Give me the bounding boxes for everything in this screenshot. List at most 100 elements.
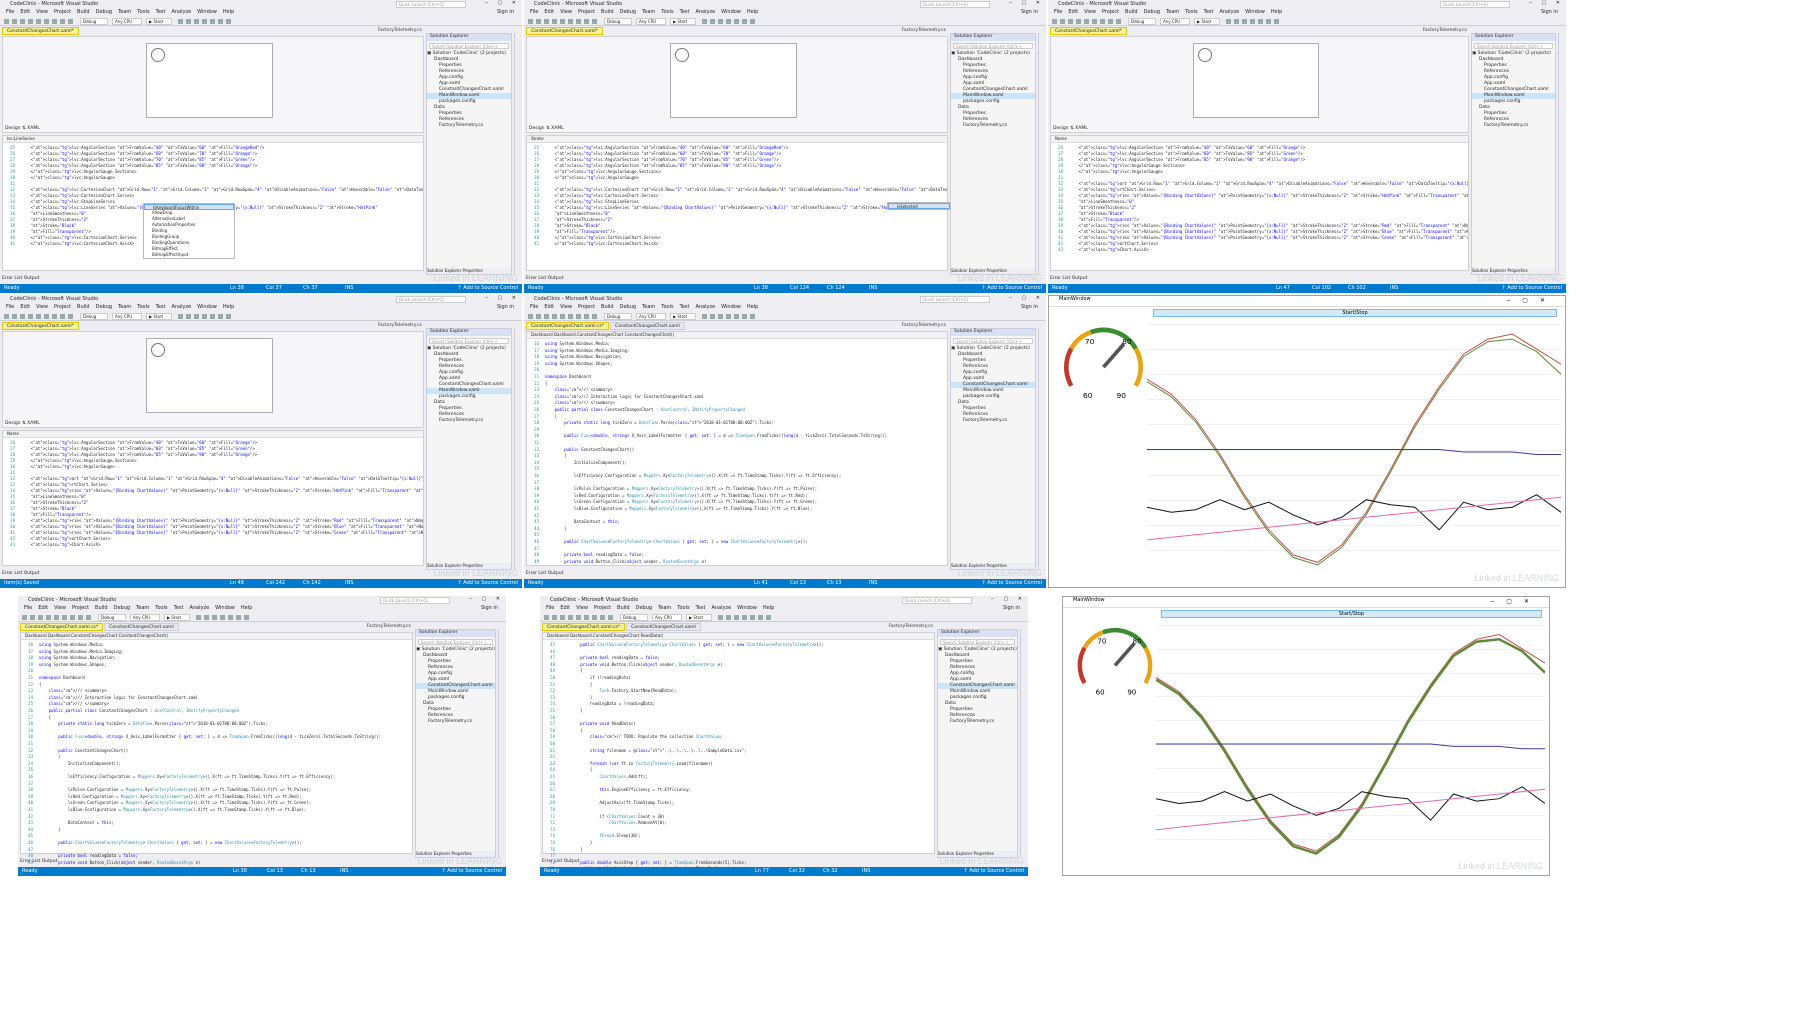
menu-item-window[interactable]: Window — [737, 605, 757, 611]
error-list-tab[interactable]: Error List — [542, 859, 564, 864]
toolbar-icon[interactable] — [228, 615, 233, 620]
toolbar-icon[interactable] — [196, 615, 201, 620]
toolbar-icon[interactable] — [4, 314, 9, 319]
add-to-source-control[interactable]: ↑ Add to Source Control — [458, 285, 519, 291]
menu-item-tools[interactable]: Tools — [137, 304, 149, 310]
toolbar-icon[interactable] — [734, 615, 739, 620]
window-controls[interactable]: ‒▢✕ — [1506, 297, 1557, 304]
menu-item-team[interactable]: Team — [1166, 9, 1179, 15]
menu-item-team[interactable]: Team — [118, 9, 131, 15]
toolbar-icon[interactable] — [766, 615, 771, 620]
toolbar-icon[interactable] — [1060, 19, 1065, 24]
pinned-file-tab[interactable]: FactoryTelemetry.cs — [367, 624, 411, 629]
xaml-designer[interactable]: Design ⇅ XAML — [2, 331, 424, 428]
toolbar-icon[interactable] — [52, 19, 57, 24]
add-to-source-control[interactable]: ↑ Add to Source Control — [964, 868, 1025, 874]
error-list-tab[interactable]: Error List — [1050, 276, 1072, 281]
toolbar-icon[interactable] — [38, 615, 43, 620]
add-to-source-control[interactable]: ↑ Add to Source Control — [982, 580, 1043, 586]
toolbar-icon[interactable] — [1084, 19, 1089, 24]
toolbar-icon[interactable] — [44, 19, 49, 24]
xaml-tab[interactable]: XAML — [551, 126, 564, 131]
toolbar-icon[interactable] — [22, 615, 27, 620]
toolbar-icon[interactable] — [592, 615, 597, 620]
start-stop-button[interactable]: Start/Stop — [1153, 309, 1557, 317]
editor-nav-bar[interactable]: Dashboard Dashboard.ConstantChangesChart… — [21, 633, 412, 640]
menu-item-test[interactable]: Test — [174, 605, 184, 611]
xaml-designer[interactable]: Design ⇅ XAML — [2, 36, 424, 133]
toolbar-icon[interactable] — [60, 19, 65, 24]
menu-item-tools[interactable]: Tools — [1185, 9, 1197, 15]
menu-item-analyze[interactable]: Analyze — [1219, 9, 1239, 15]
toolbar-icon[interactable] — [576, 615, 581, 620]
toolbar-icon[interactable] — [750, 615, 755, 620]
window-controls[interactable]: ‒ ▢ ✕ — [485, 295, 520, 301]
toolbar-icon[interactable] — [552, 19, 557, 24]
toolbar-icon[interactable] — [750, 314, 755, 319]
window-controls[interactable]: ‒ ▢ ✕ — [1009, 295, 1044, 301]
configuration-dropdown[interactable]: Debug — [80, 313, 108, 320]
toolbar-icon[interactable] — [1226, 19, 1231, 24]
menu-item-help[interactable]: Help — [241, 605, 252, 611]
editor-nav-bar[interactable]: lvc:LineSeries — [3, 136, 423, 143]
toolbar-icon[interactable] — [1092, 19, 1097, 24]
toolbar-icon[interactable] — [218, 314, 223, 319]
sign-in-link[interactable]: Sign in — [497, 304, 514, 310]
toolbar-icon[interactable] — [742, 615, 747, 620]
toolbar-icon[interactable] — [218, 19, 223, 24]
window-controls[interactable]: ‒ ▢ ✕ — [991, 596, 1026, 602]
menu-item-build[interactable]: Build — [1125, 9, 1138, 15]
xaml-designer[interactable]: Design ⇅ XAML — [526, 36, 948, 133]
error-list-tab[interactable]: Error List — [526, 276, 548, 281]
menu-item-window[interactable]: Window — [1245, 9, 1265, 15]
menu-item-test[interactable]: Test — [1204, 9, 1214, 15]
menu-item-analyze[interactable]: Analyze — [711, 605, 731, 611]
document-tab[interactable]: ConstantChangesChart.xaml — [610, 322, 685, 330]
quick-launch-input[interactable]: Quick Launch (Ctrl+Q) — [902, 597, 972, 604]
toolbar-icon[interactable] — [702, 19, 707, 24]
menu-item-file[interactable]: File — [6, 9, 14, 15]
configuration-dropdown[interactable]: Debug — [1128, 18, 1156, 25]
toolbar-icon[interactable] — [194, 314, 199, 319]
tree-item[interactable]: FactoryTelemetry.cs — [1472, 123, 1555, 129]
menu-item-tools[interactable]: Tools — [661, 9, 673, 15]
toolbar-icon[interactable] — [178, 19, 183, 24]
toolbar-icon[interactable] — [536, 19, 541, 24]
quick-launch-input[interactable]: Quick Launch (Ctrl+Q) — [396, 296, 466, 303]
menu-item-file[interactable]: File — [1054, 9, 1062, 15]
toolbar-icon[interactable] — [552, 615, 557, 620]
menu-item-help[interactable]: Help — [1271, 9, 1282, 15]
menu-item-project[interactable]: Project — [594, 605, 611, 611]
menu-item-analyze[interactable]: Analyze — [695, 304, 715, 310]
tree-item[interactable]: FactoryTelemetry.cs — [427, 123, 511, 129]
start-button[interactable]: ▶ Start — [164, 614, 190, 621]
xaml-code-editor[interactable]: Name 26 <"at">class="tg">lvc:AngularSecti… — [1050, 135, 1469, 271]
pinned-file-tab[interactable]: FactoryTelemetry.cs — [378, 323, 422, 328]
toolbar-icon[interactable] — [560, 314, 565, 319]
solution-search-input[interactable]: Search Solution Explorer (Ctrl+;) — [429, 43, 509, 49]
menu-item-analyze[interactable]: Analyze — [171, 9, 191, 15]
document-tab[interactable]: ConstantChangesChart.xaml.cs* — [526, 322, 610, 330]
tree-item[interactable]: FactoryTelemetry.cs — [427, 418, 511, 424]
menu-item-analyze[interactable]: Analyze — [171, 304, 191, 310]
intellisense-popup[interactable]: IsKeyboardFocusWithin AllowDrop Alternativ… — [143, 203, 235, 259]
quick-launch-input[interactable]: Quick Launch (Ctrl+Q) — [920, 1, 990, 8]
xaml-tab[interactable]: XAML — [1075, 126, 1088, 131]
start-button[interactable]: ▶ Start — [686, 614, 712, 621]
add-to-source-control[interactable]: ↑ Add to Source Control — [458, 580, 519, 586]
menu-item-test[interactable]: Test — [156, 304, 166, 310]
toolbar-icon[interactable] — [226, 314, 231, 319]
toolbar-icon[interactable] — [544, 314, 549, 319]
xaml-designer[interactable]: Design ⇅ XAML — [1050, 36, 1469, 133]
toolbar-icon[interactable] — [544, 615, 549, 620]
menu-item-tools[interactable]: Tools — [137, 9, 149, 15]
toolbar-icon[interactable] — [600, 615, 605, 620]
menu-item-build[interactable]: Build — [601, 9, 614, 15]
toolbar-icon[interactable] — [28, 19, 33, 24]
menu-item-edit[interactable]: Edit — [38, 605, 48, 611]
toolbar-icon[interactable] — [568, 314, 573, 319]
start-button[interactable]: ▶ Start — [146, 18, 172, 25]
output-tab[interactable]: Output — [564, 859, 580, 864]
menu-item-analyze[interactable]: Analyze — [695, 9, 715, 15]
menu-item-help[interactable]: Help — [763, 605, 774, 611]
